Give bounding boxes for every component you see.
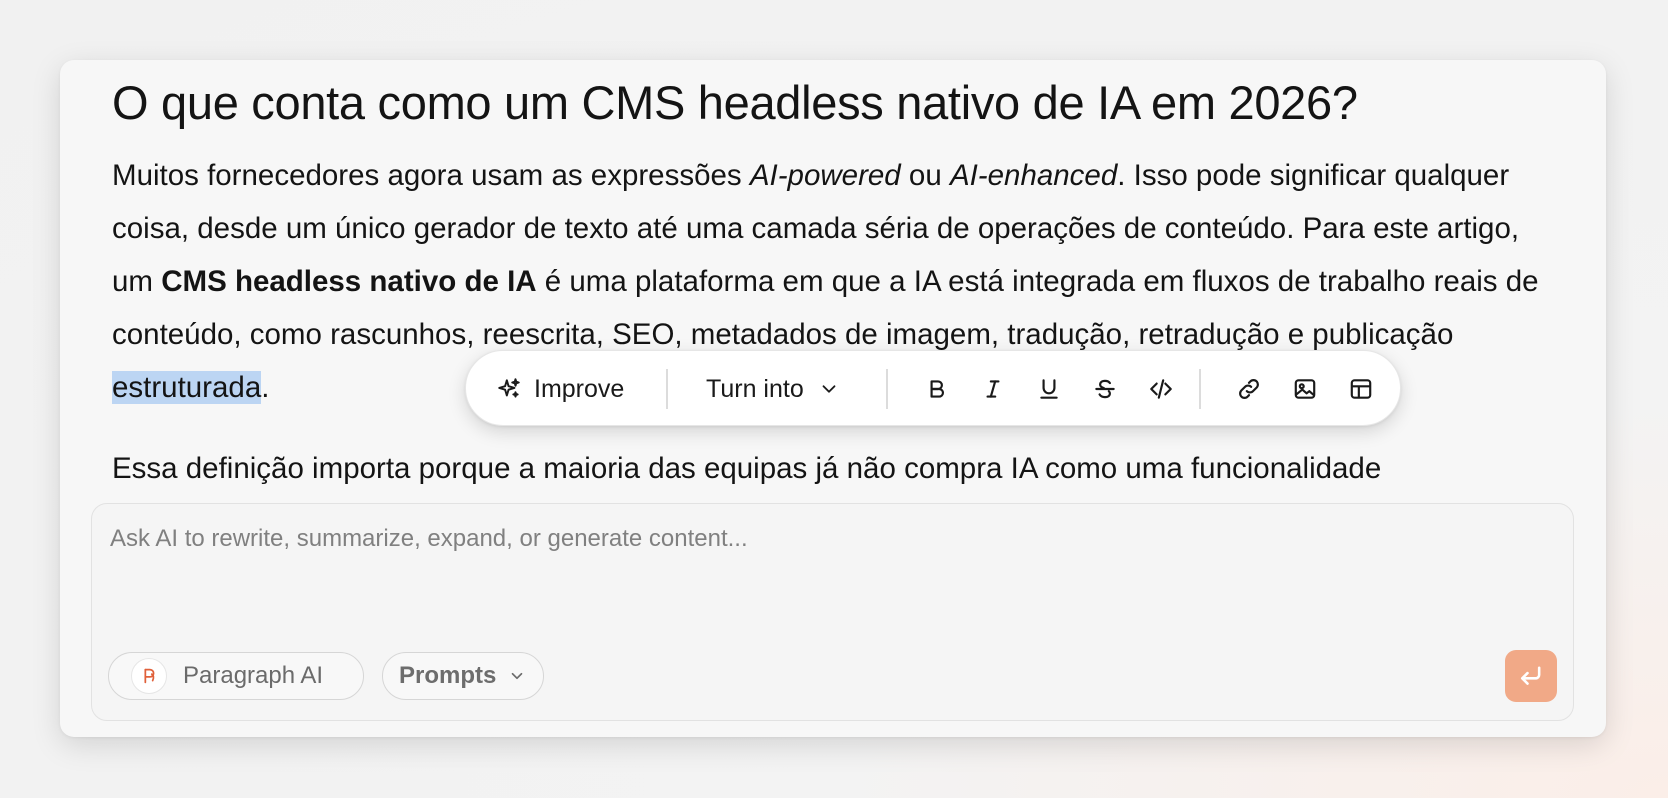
document-content[interactable]: O que conta como um CMS headless nativo … <box>112 60 1562 500</box>
underline-icon <box>1036 376 1062 402</box>
link-button[interactable] <box>1231 371 1267 407</box>
image-button[interactable] <box>1287 371 1323 407</box>
italic-button[interactable] <box>975 371 1011 407</box>
model-selector[interactable]: Paragraph AI <box>108 652 364 700</box>
chevron-down-icon <box>508 667 526 685</box>
sparkles-icon <box>496 376 522 402</box>
link-icon <box>1236 376 1262 402</box>
improve-button[interactable]: Improve <box>496 369 624 409</box>
underline-button[interactable] <box>1031 371 1067 407</box>
toolbar-divider <box>886 369 888 409</box>
enter-return-icon <box>1517 662 1545 690</box>
editor-card: O que conta como um CMS headless nativo … <box>60 60 1606 737</box>
send-button[interactable] <box>1505 650 1557 702</box>
ai-composer: Paragraph AI Prompts <box>91 503 1574 721</box>
model-label: Paragraph AI <box>183 662 324 689</box>
paragraph-logo-icon <box>131 658 167 694</box>
italic-icon <box>980 376 1006 402</box>
code-button[interactable] <box>1143 371 1179 407</box>
formatting-toolbar: Improve Turn into <box>465 350 1401 426</box>
code-icon <box>1148 376 1174 402</box>
prompts-dropdown[interactable]: Prompts <box>382 652 544 700</box>
turn-into-dropdown[interactable]: Turn into <box>706 369 840 409</box>
prompts-label: Prompts <box>399 662 497 689</box>
bold-button[interactable] <box>919 371 955 407</box>
table-button[interactable] <box>1343 371 1379 407</box>
bold-icon <box>924 376 950 402</box>
turn-into-label: Turn into <box>706 374 804 403</box>
ai-prompt-input[interactable] <box>108 524 1552 554</box>
improve-label: Improve <box>534 374 625 403</box>
toolbar-divider <box>666 369 668 409</box>
image-icon <box>1292 376 1318 402</box>
page-title[interactable]: O que conta como um CMS headless nativo … <box>112 74 1562 133</box>
italic-text: AI-powered <box>749 158 901 192</box>
strikethrough-icon <box>1092 376 1118 402</box>
strikethrough-button[interactable] <box>1087 371 1123 407</box>
chevron-down-icon <box>818 378 840 400</box>
paragraph-2[interactable]: Essa definição importa porque a maioria … <box>112 442 1562 495</box>
table-icon <box>1348 376 1374 402</box>
italic-text: AI-enhanced <box>949 158 1118 192</box>
selected-text[interactable]: estruturada <box>112 370 262 404</box>
toolbar-divider <box>1199 369 1201 409</box>
bold-text: CMS headless nativo de IA <box>161 264 537 298</box>
